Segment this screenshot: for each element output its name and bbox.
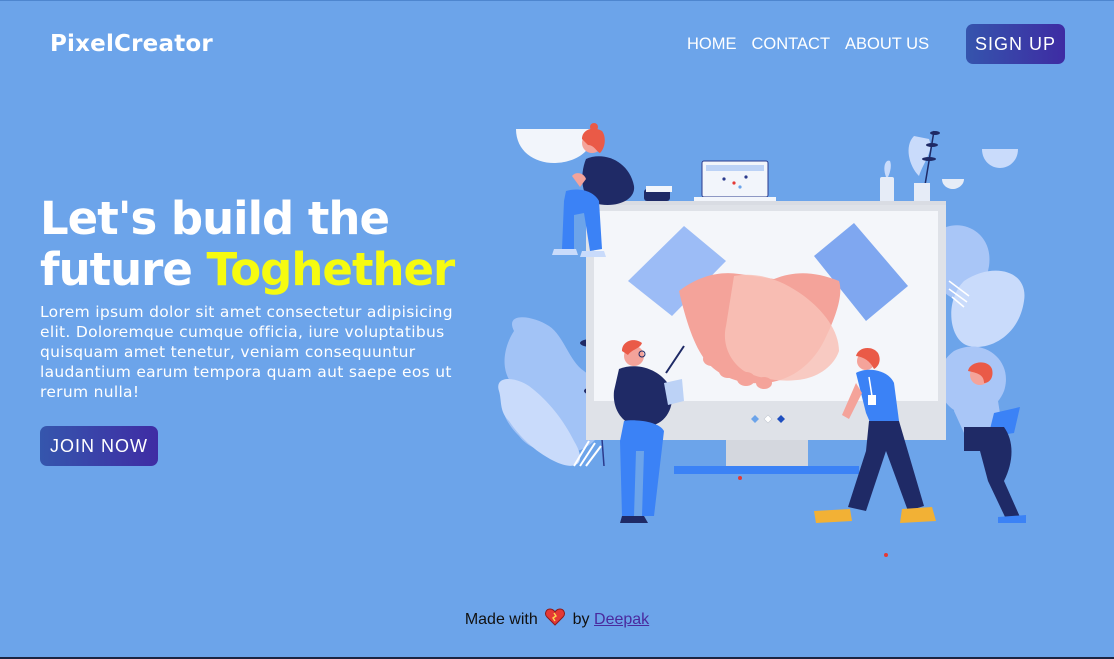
hero-title-line2: future — [40, 243, 207, 296]
hero-title-highlight: Toghether — [206, 243, 456, 296]
author-link[interactable]: Deepak — [594, 611, 649, 628]
footer-prefix: Made with — [464, 611, 538, 628]
decorative-dot — [738, 476, 742, 480]
heart-icon — [545, 608, 566, 631]
hero-title-line1: Let's build the — [40, 192, 390, 245]
nav-contact-link[interactable]: CONTACT — [752, 35, 831, 54]
handshake-team-illustration — [498, 123, 1026, 523]
signup-button[interactable]: SIGN UP — [966, 24, 1065, 64]
landing-page: PixelCreator HOME CONTACT ABOUT US SIGN … — [0, 0, 1114, 659]
footer-by: by — [572, 611, 590, 628]
decorative-dot — [884, 553, 888, 557]
hero-description: Lorem ipsum dolor sit amet consectetur a… — [40, 303, 453, 401]
join-now-button[interactable]: JOIN NOW — [40, 426, 158, 466]
nav-home-link[interactable]: HOME — [687, 35, 737, 54]
hero-title: Let's build the future Toghether — [40, 193, 480, 295]
main-nav: HOME CONTACT ABOUT US — [687, 35, 944, 54]
brand-logo[interactable]: PixelCreator — [50, 31, 213, 57]
footer: Made with by Deepak — [0, 608, 1114, 631]
nav-about-link[interactable]: ABOUT US — [845, 35, 929, 54]
